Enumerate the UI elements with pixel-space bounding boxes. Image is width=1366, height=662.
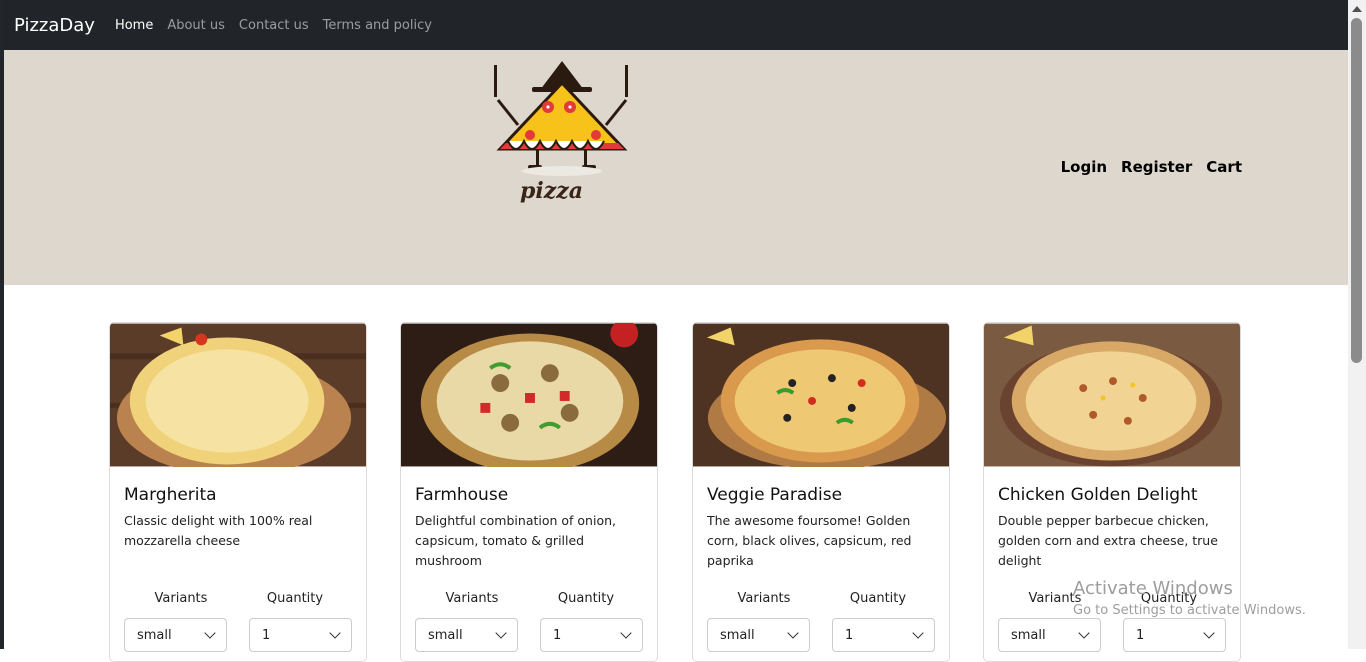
brand-link[interactable]: PizzaDay (14, 15, 95, 36)
cart-link[interactable]: Cart (1206, 158, 1242, 176)
quantity-select[interactable]: 1 (832, 618, 935, 652)
quantity-label: Quantity (266, 591, 324, 606)
pizza-image (693, 323, 949, 470)
pizza-description: Double pepper barbecue chicken, golden c… (998, 513, 1218, 568)
watermark-subtitle: Go to Settings to activate Windows. (1073, 603, 1306, 618)
pizza-card: Margherita Classic delight with 100% rea… (109, 322, 367, 662)
variant-value: small (720, 627, 755, 643)
pizza-description: The awesome foursome! Golden corn, black… (707, 513, 912, 568)
chevron-down-icon (787, 627, 799, 639)
chevron-down-icon (620, 627, 632, 639)
hero-banner: pizza Login Register Cart (4, 50, 1348, 285)
pizza-description: Classic delight with 100% real mozzarell… (124, 513, 313, 548)
nav-terms[interactable]: Terms and policy (323, 18, 432, 33)
chevron-down-icon (495, 627, 507, 639)
activate-windows-watermark: Activate Windows Go to Settings to activ… (1073, 578, 1306, 618)
quantity-select[interactable]: 1 (249, 618, 352, 652)
chevron-down-icon (1078, 627, 1090, 639)
scroll-up-arrow-icon[interactable] (1352, 6, 1362, 12)
variant-value: small (137, 627, 172, 643)
nav-about[interactable]: About us (167, 18, 225, 33)
pizza-image (110, 323, 366, 476)
register-link[interactable]: Register (1121, 158, 1192, 176)
watermark-title: Activate Windows (1073, 578, 1233, 599)
quantity-select[interactable]: 1 (1123, 618, 1226, 652)
quantity-label: Quantity (849, 591, 907, 606)
nav-contact[interactable]: Contact us (239, 18, 309, 33)
chevron-down-icon (329, 627, 341, 639)
chevron-down-icon (912, 627, 924, 639)
auth-links: Login Register Cart (1061, 158, 1242, 176)
nav-home[interactable]: Home (115, 18, 153, 33)
variant-select[interactable]: small (124, 618, 227, 652)
quantity-value: 1 (262, 627, 271, 643)
pizza-title: Chicken Golden Delight (998, 485, 1198, 505)
quantity-value: 1 (553, 627, 562, 643)
pizza-image (984, 323, 1240, 467)
quantity-select[interactable]: 1 (540, 618, 643, 652)
variant-value: small (428, 627, 463, 643)
variants-label: Variants (154, 591, 208, 606)
navbar: PizzaDay Home About us Contact us Terms … (4, 0, 1348, 50)
chevron-down-icon (1203, 627, 1215, 639)
variants-label: Variants (445, 591, 499, 606)
scroll-thumb[interactable] (1351, 18, 1362, 363)
pizza-title: Margherita (124, 485, 217, 505)
chevron-down-icon (204, 627, 216, 639)
quantity-value: 1 (1136, 627, 1145, 643)
variant-select[interactable]: small (415, 618, 518, 652)
quantity-value: 1 (845, 627, 854, 643)
logo-text: pizza (520, 178, 583, 204)
login-link[interactable]: Login (1061, 158, 1107, 176)
page: PizzaDay Home About us Contact us Terms … (0, 0, 1366, 662)
pizza-image (401, 323, 657, 473)
quantity-label: Quantity (557, 591, 615, 606)
variant-select[interactable]: small (707, 618, 810, 652)
variants-label: Variants (737, 591, 791, 606)
pizza-card: Farmhouse Delightful combination of onio… (400, 322, 658, 662)
pizza-title: Farmhouse (415, 485, 509, 505)
vertical-scrollbar[interactable] (1348, 0, 1366, 649)
variant-select[interactable]: small (998, 618, 1101, 652)
pizza-description: Delightful combination of onion, capsicu… (415, 513, 617, 568)
pizza-card: Veggie Paradise The awesome foursome! Go… (692, 322, 950, 662)
variant-value: small (1011, 627, 1046, 643)
pizza-title: Veggie Paradise (707, 485, 843, 505)
